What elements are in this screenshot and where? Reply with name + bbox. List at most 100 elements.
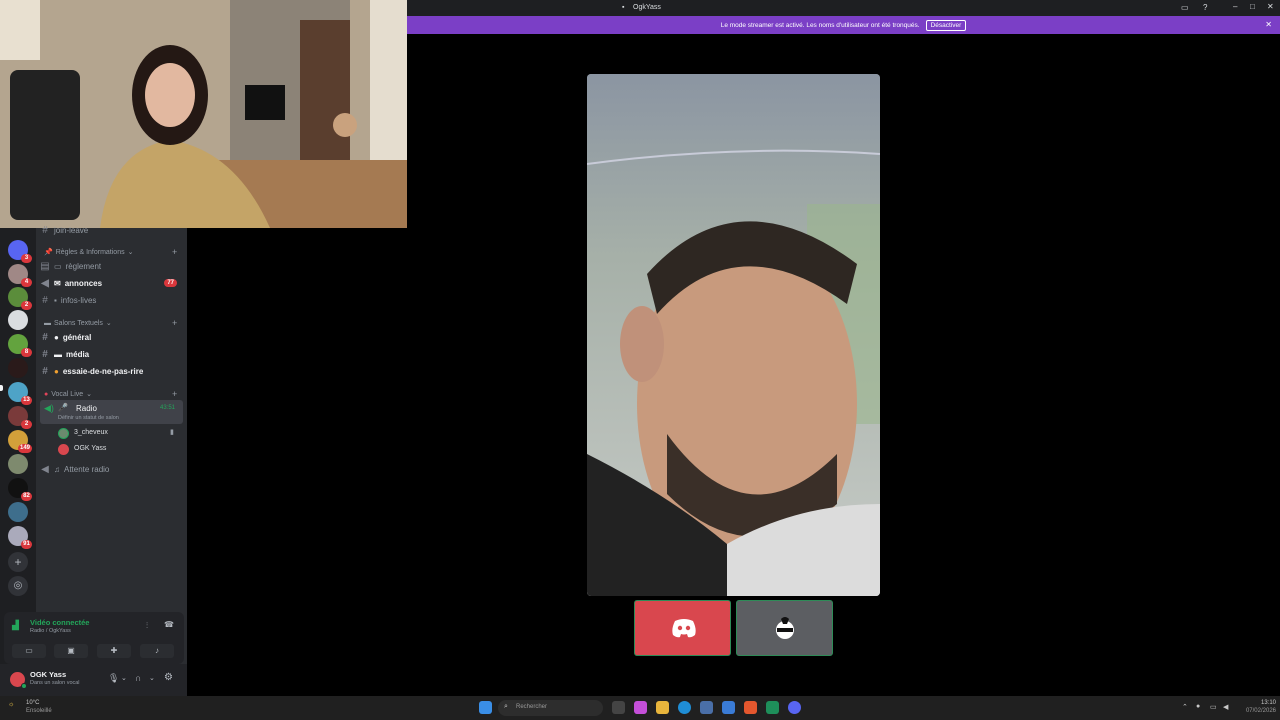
app-icon[interactable] (700, 701, 713, 714)
server-icon[interactable]: 149 (8, 430, 32, 453)
channel-infos-lives[interactable]: # ▪ infos-lives (40, 292, 183, 308)
channel-label: général (62, 332, 92, 342)
banner-text: Le mode streamer est activé. Les noms d'… (720, 21, 920, 29)
online-status-icon (21, 683, 27, 689)
file-explorer-icon[interactable] (656, 701, 669, 714)
clock-date[interactable]: 07/02/2026 (1238, 708, 1276, 714)
server-icon[interactable]: 91 (8, 526, 32, 549)
discord-icon[interactable] (788, 701, 801, 714)
weather-temp[interactable]: 10°C (26, 700, 39, 706)
pin-icon: 📌 (44, 249, 53, 256)
disable-streamer-button[interactable]: Désactiver (925, 19, 967, 31)
copilot-icon[interactable] (634, 701, 647, 714)
channel-essaie[interactable]: # ● essaie-de-ne-pas-rire (40, 363, 183, 379)
server-icon[interactable]: 8 (8, 334, 32, 357)
discover-icon[interactable]: ◎ (8, 576, 28, 596)
member-name: OGK Yass (74, 445, 107, 452)
app: ▪ OgkYass ▭ ? – □ ✕ Le mode streamer est… (0, 0, 1280, 720)
microphone-icon[interactable]: ● (1196, 703, 1200, 710)
weather-desc: Ensoleillé (26, 708, 52, 714)
username: OGK Yass (30, 670, 67, 679)
channel-annonces[interactable]: ◀ ✉ annonces 77 (40, 275, 183, 291)
music-icon: ♫ (54, 464, 60, 474)
streamer-mode-banner: Le mode streamer est activé. Les noms d'… (407, 16, 1280, 34)
add-channel-icon[interactable]: + (172, 389, 177, 399)
camera-button[interactable]: ▭ (12, 644, 46, 658)
server-badge: 2 (21, 420, 32, 429)
voice-location[interactable]: Radio / OgkYass (30, 628, 71, 634)
channel-join-leave[interactable]: # join-leave (40, 222, 183, 238)
banner-close-icon[interactable]: ✕ (1265, 20, 1272, 29)
soundboard-button[interactable]: ♪ (140, 644, 174, 658)
channel-media[interactable]: # ▬ média (40, 346, 183, 362)
server-icon[interactable]: 13 (8, 382, 32, 405)
server-icon[interactable]: 3 (8, 240, 32, 263)
mail-icon[interactable] (722, 701, 735, 714)
channel-reglement[interactable]: ▤ ▭ règlement (40, 258, 183, 274)
maximize-icon[interactable]: □ (1250, 2, 1255, 11)
microphone-icon[interactable]: 🎙 (108, 673, 119, 684)
server-icon[interactable]: 82 (8, 478, 32, 501)
channel-status-hint[interactable]: Définir un statut de salon (58, 415, 119, 421)
main-video-feed[interactable] (587, 74, 880, 596)
speech-icon: ● (54, 332, 59, 342)
title-bar: ▪ OgkYass ▭ ? – □ ✕ (407, 0, 1280, 16)
channel-label: essaie-de-ne-pas-rire (62, 366, 144, 376)
taskbar-search[interactable]: ⌕ Rechercher (498, 700, 603, 716)
category-vocal[interactable]: ● Vocal Live ⌄ + (44, 389, 177, 399)
soundboard-icon: ♪ (155, 646, 159, 655)
server-icon[interactable] (8, 502, 28, 522)
windows-start-icon[interactable] (479, 701, 492, 714)
volume-icon[interactable]: ◀ (1223, 703, 1228, 711)
channel-radio-selected[interactable]: ◀) 🎤 Radio 43:51 Définir un statut de sa… (40, 400, 183, 424)
chevron-down-icon[interactable]: ⌄ (121, 674, 127, 682)
activities-icon: ✚ (110, 646, 118, 655)
channel-general[interactable]: # ● général (40, 329, 183, 345)
participant-tile-avatar[interactable] (736, 600, 833, 656)
network-icon[interactable]: ▭ (1210, 703, 1217, 711)
close-icon[interactable]: ✕ (1267, 2, 1274, 11)
category-label: Vocal Live (51, 390, 84, 398)
voice-member-3-cheveux[interactable]: 3_cheveux ▮ (58, 427, 183, 441)
server-icon[interactable]: 2 (8, 406, 32, 429)
noise-suppression-icon[interactable]: ⫶ (146, 621, 148, 631)
add-channel-icon[interactable]: + (172, 247, 177, 257)
edge-browser-icon[interactable] (678, 701, 691, 714)
server-icon[interactable] (8, 454, 28, 474)
inbox-icon[interactable]: ▭ (1181, 3, 1189, 12)
server-icon[interactable]: 4 (8, 264, 32, 287)
screen-share-button[interactable]: ▣ (54, 644, 88, 658)
folder-icon: ▬ (54, 349, 62, 359)
rules-icon: ▤ (40, 260, 50, 272)
server-badge: 13 (21, 396, 32, 405)
chevron-up-icon[interactable]: ⌃ (1182, 703, 1188, 711)
brave-browser-icon[interactable] (744, 701, 757, 714)
avatar (58, 444, 69, 455)
channel-label: Radio (76, 404, 97, 413)
add-server-icon[interactable]: + (8, 552, 28, 572)
signal-icon[interactable]: ▟ (12, 620, 19, 631)
voice-member-ogk-yass[interactable]: OGK Yass (58, 443, 183, 457)
category-rules[interactable]: 📌 Règles & Informations ⌄ + (44, 247, 177, 257)
chevron-down-icon[interactable]: ⌄ (149, 674, 155, 682)
task-view-icon[interactable] (612, 701, 625, 714)
minimize-icon[interactable]: – (1233, 2, 1237, 11)
server-icon[interactable] (8, 358, 28, 378)
disconnect-icon[interactable]: ☎ (164, 620, 174, 629)
hash-icon: # (42, 224, 48, 236)
laugh-emoji-icon: ● (54, 366, 59, 376)
streaming-app-icon[interactable] (766, 701, 779, 714)
server-icon[interactable]: 2 (8, 287, 32, 310)
participant-tile-discord[interactable] (634, 600, 731, 656)
headphones-icon[interactable]: ∩ (135, 673, 141, 683)
clock-time[interactable]: 13:10 (1256, 700, 1276, 706)
channel-attente-radio[interactable]: ◀ ♫ Attente radio (40, 461, 183, 477)
activities-button[interactable]: ✚ (97, 644, 131, 658)
server-icon[interactable] (8, 310, 28, 330)
chevron-down-icon: ⌄ (105, 320, 112, 327)
webcam-overlay (0, 0, 407, 228)
help-icon[interactable]: ? (1203, 3, 1207, 12)
settings-gear-icon[interactable]: ⚙ (164, 672, 173, 683)
category-text[interactable]: ▬ Salons Textuels ⌄ + (44, 318, 177, 328)
add-channel-icon[interactable]: + (172, 318, 177, 328)
